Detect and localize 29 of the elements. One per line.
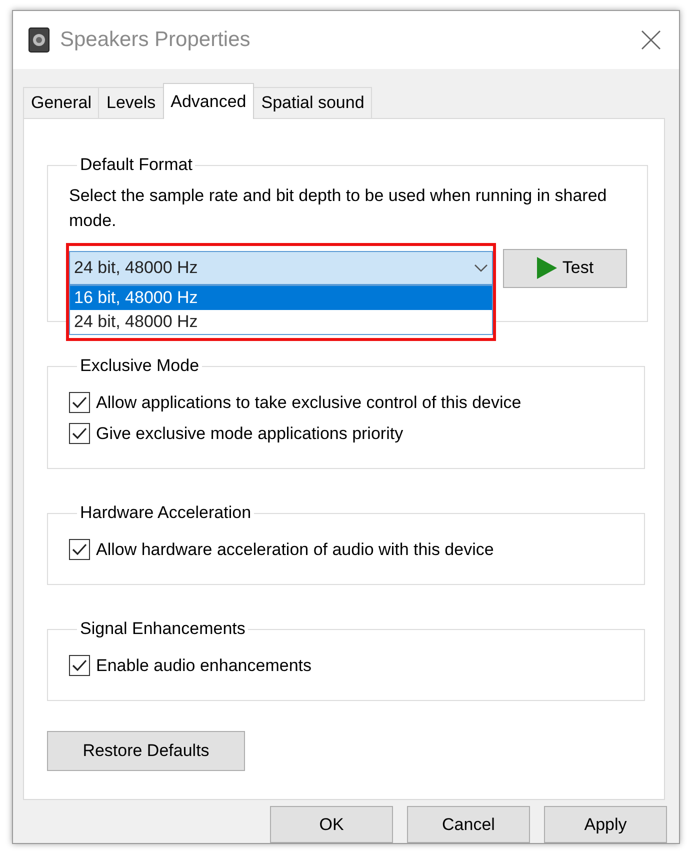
checkbox[interactable] (69, 423, 90, 444)
tab[interactable]: General (23, 87, 100, 118)
play-icon (536, 256, 558, 280)
close-icon[interactable] (641, 30, 661, 50)
dropdown-option[interactable]: 24 bit, 48000 Hz (70, 310, 492, 334)
group-title: Hardware Acceleration (79, 503, 252, 523)
checkbox[interactable] (69, 655, 90, 676)
restore-defaults-button[interactable]: Restore Defaults (47, 731, 245, 771)
tab[interactable]: Advanced (162, 83, 254, 119)
window-title: Speakers Properties (60, 28, 252, 52)
dialog-button[interactable]: Apply (544, 806, 667, 843)
dialog-button[interactable]: Cancel (407, 806, 530, 843)
format-dropdown[interactable]: 24 bit, 48000 Hz (69, 251, 493, 285)
checkbox-label[interactable]: Allow hardware acceleration of audio with this device (96, 540, 494, 560)
dialog-button[interactable]: OK (270, 806, 393, 843)
group-title: Signal Enhancements (79, 619, 246, 639)
checkbox-label[interactable]: Allow applications to take exclusive control of this device (96, 392, 522, 412)
chevron-down-icon (474, 264, 488, 272)
dropdown-option[interactable]: 16 bit, 48000 Hz (70, 286, 492, 310)
group-title: Default Format (79, 155, 194, 175)
checkbox[interactable] (69, 539, 90, 560)
speaker-icon (28, 27, 50, 53)
checkbox-label[interactable]: Enable audio enhancements (96, 656, 312, 676)
group-title: Exclusive Mode (79, 356, 200, 376)
description-text: Select the sample rate and bit depth to be used when running in shared mode. (69, 185, 608, 232)
test-button[interactable]: Test (503, 248, 627, 288)
tab[interactable]: Spatial sound (253, 87, 372, 118)
checkbox-label[interactable]: Give exclusive mode applications priority (96, 424, 404, 444)
checkbox[interactable] (69, 392, 90, 413)
